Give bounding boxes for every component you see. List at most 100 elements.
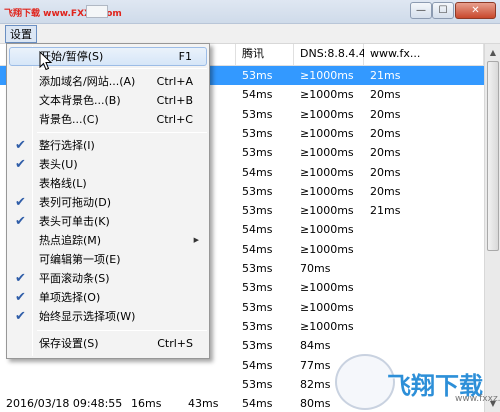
menu-item[interactable]: 可编辑第一项(E) — [9, 250, 207, 269]
table-cell — [0, 375, 6, 394]
menu-item-label: 可编辑第一项(E) — [39, 253, 121, 266]
table-cell: ≥1000ms — [300, 165, 354, 179]
table-cell: 82ms — [300, 377, 331, 391]
menu-item-label: 表头(U) — [39, 158, 78, 171]
table-cell — [364, 259, 370, 278]
table-cell: 53ms — [242, 262, 273, 275]
menu-item-label: 热点追踪(M) — [39, 234, 102, 247]
minimize-button[interactable]: — — [410, 2, 432, 19]
maximize-icon: ☐ — [438, 5, 448, 16]
table-cell: ≥1000ms — [300, 184, 354, 198]
table-cell: 54ms — [242, 358, 273, 372]
menu-item[interactable]: 保存设置(S) Ctrl+S — [9, 334, 207, 353]
checkmark-icon: ✔ — [15, 214, 26, 229]
table-cell: ≥1000ms — [300, 281, 354, 295]
checkmark-icon: ✔ — [15, 138, 26, 153]
table-cell: ≥1000ms — [300, 223, 354, 237]
menu-item-shortcut: Ctrl+S — [157, 337, 193, 350]
table-cell: 77ms — [300, 358, 331, 372]
close-button[interactable]: ✕ — [455, 2, 496, 19]
table-cell: 54ms — [242, 242, 273, 256]
table-cell — [364, 240, 370, 259]
table-cell: ≥1000ms — [300, 126, 354, 140]
menu-item[interactable]: 文本背景色...(B) Ctrl+B — [9, 91, 207, 110]
menu-item-shortcut: Ctrl+B — [156, 94, 193, 107]
table-cell: ≥1000ms — [300, 146, 354, 160]
column-header-fxxz[interactable]: www.fx... — [364, 44, 484, 66]
table-cell: 53ms — [242, 204, 273, 218]
table-cell: 80ms — [300, 397, 331, 411]
table-cell — [364, 278, 370, 297]
menu-item-label: 平面滚动条(S) — [39, 272, 110, 285]
menu-item[interactable]: ✔ 始终显示选择项(W) — [9, 307, 207, 326]
checkmark-icon: ✔ — [15, 157, 26, 172]
menu-item[interactable]: 添加域名/网站...(A) Ctrl+A — [9, 72, 207, 91]
menu-separator — [37, 68, 207, 69]
mouse-cursor-icon — [39, 51, 53, 71]
scroll-up-icon[interactable]: ▲ — [486, 45, 500, 60]
menu-item-label: 表列可拖动(D) — [39, 196, 112, 209]
menu-item[interactable]: ✔ 平面滚动条(S) — [9, 269, 207, 288]
minimize-icon: — — [416, 5, 426, 16]
table-cell: 20ms — [370, 165, 401, 179]
table-cell: 53ms — [242, 300, 273, 314]
table-cell: 70ms — [300, 262, 331, 275]
checkmark-icon: ✔ — [15, 290, 26, 305]
menu-item-label: 文本背景色...(B) — [39, 94, 121, 107]
table-cell: 16ms — [131, 397, 162, 411]
table-cell: 53ms — [242, 281, 273, 295]
table-cell: 84ms — [300, 339, 331, 353]
column-header-tencent[interactable]: 腾讯 — [236, 44, 294, 66]
table-cell: 54ms — [242, 397, 273, 411]
table-cell: 21ms — [370, 69, 401, 82]
table-cell: 53ms — [242, 107, 273, 121]
table-cell: 21ms — [370, 204, 401, 218]
table-cell: 20ms — [370, 184, 401, 198]
menu-item-label: 添加域名/网站...(A) — [39, 75, 136, 88]
settings-dropdown-menu: 开始/暂停(S) F1 添加域名/网站...(A) Ctrl+A 文本背景色...(B)… — [6, 43, 210, 359]
title-input-box — [86, 5, 108, 18]
table-cell: ≥1000ms — [300, 242, 354, 256]
column-header-dns[interactable]: DNS:8.8.4.4 — [294, 44, 366, 66]
table-cell: 20ms — [370, 107, 401, 121]
table-cell — [364, 298, 370, 317]
title-bar: 飞翔下载 www.FXXZ.com — ☐ ✕ — [0, 0, 500, 24]
table-cell: 54ms — [242, 88, 273, 102]
maximize-button[interactable]: ☐ — [432, 2, 454, 19]
menu-separator — [37, 132, 207, 133]
brand-watermark: 飞翔下载 www.fxxz.com — [335, 350, 500, 412]
menu-item[interactable]: ✔ 表头可单击(K) — [9, 212, 207, 231]
menu-item[interactable]: ✔ 表头(U) — [9, 155, 207, 174]
checkmark-icon: ✔ — [15, 195, 26, 210]
table-cell: ≥1000ms — [300, 107, 354, 121]
menu-item-label: 始终显示选择项(W) — [39, 310, 136, 323]
menu-item[interactable]: 背景色...(C) Ctrl+C — [9, 110, 207, 129]
menu-item[interactable]: ✔ 整行选择(I) — [9, 136, 207, 155]
menu-item-shortcut: Ctrl+C — [156, 113, 193, 126]
table-cell: 53ms — [242, 126, 273, 140]
table-cell: 53ms — [242, 146, 273, 160]
menu-item[interactable]: 表格线(L) — [9, 174, 207, 193]
table-cell: ≥1000ms — [300, 88, 354, 102]
brand-logo-icon — [335, 354, 395, 410]
table-cell — [125, 375, 131, 394]
scroll-thumb[interactable] — [487, 61, 499, 251]
table-cell: ≥1000ms — [300, 204, 354, 218]
table-cell: 53ms — [242, 69, 273, 82]
menu-item[interactable]: 热点追踪(M) ▶ — [9, 231, 207, 250]
menu-item-label: 表格线(L) — [39, 177, 87, 190]
table-cell: ≥1000ms — [300, 300, 354, 314]
submenu-arrow-icon: ▶ — [193, 236, 199, 244]
menu-item-label: 单项选择(O) — [39, 291, 101, 304]
table-cell: 53ms — [242, 319, 273, 333]
table-cell — [182, 375, 188, 394]
menu-item[interactable]: ✔ 表列可拖动(D) — [9, 193, 207, 212]
menu-item[interactable]: ✔ 单项选择(O) — [9, 288, 207, 307]
brand-url: www.fxxz.com — [455, 394, 500, 404]
table-cell: 54ms — [242, 223, 273, 237]
settings-menu[interactable]: 设置 — [5, 25, 37, 43]
menu-item-label: 背景色...(C) — [39, 113, 99, 126]
table-cell: 20ms — [370, 126, 401, 140]
menu-item-label: 保存设置(S) — [39, 337, 99, 350]
menu-separator — [37, 330, 207, 331]
